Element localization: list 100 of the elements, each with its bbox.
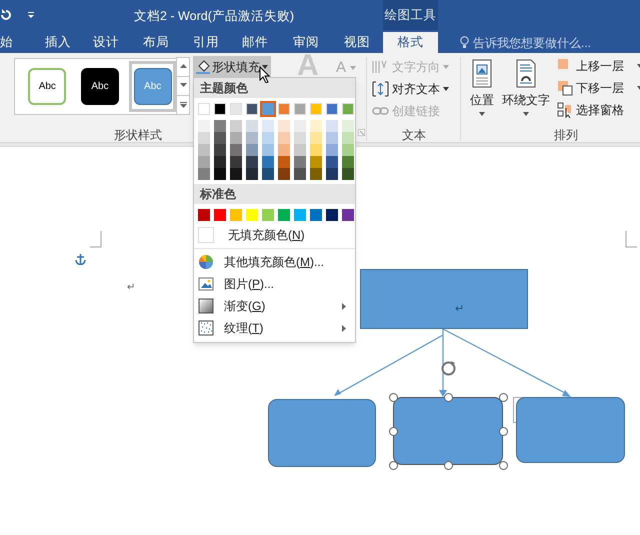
color-swatch[interactable] — [326, 209, 338, 221]
color-swatch[interactable] — [262, 144, 274, 156]
color-swatch[interactable] — [246, 144, 258, 156]
color-swatch[interactable] — [214, 209, 226, 221]
color-swatch[interactable] — [278, 120, 290, 132]
color-swatch[interactable] — [198, 168, 210, 180]
color-swatch[interactable] — [262, 209, 274, 221]
color-swatch[interactable] — [278, 156, 290, 168]
menu-item[interactable]: 渐变(G) — [194, 295, 266, 317]
color-swatch[interactable] — [326, 156, 338, 168]
color-swatch[interactable] — [246, 168, 258, 180]
color-swatch[interactable] — [214, 103, 226, 115]
resize-handle[interactable] — [388, 460, 398, 470]
color-swatch[interactable] — [230, 168, 242, 180]
color-swatch[interactable] — [198, 132, 210, 144]
menu-item[interactable]: 图片(P)... — [194, 273, 274, 295]
color-swatch[interactable] — [214, 144, 226, 156]
color-swatch[interactable] — [278, 132, 290, 144]
resize-handle[interactable] — [388, 392, 398, 402]
scroll-down-button[interactable] — [176, 76, 190, 96]
ribbon-tab[interactable]: 邮件 — [235, 32, 275, 53]
color-swatch[interactable] — [262, 132, 274, 144]
color-swatch[interactable] — [198, 120, 210, 132]
color-swatch[interactable] — [246, 209, 258, 221]
color-swatch[interactable] — [294, 120, 306, 132]
color-swatch[interactable] — [230, 209, 242, 221]
color-swatch[interactable] — [262, 103, 274, 115]
align-text-button[interactable]: 对齐文本 — [372, 79, 449, 98]
color-swatch[interactable] — [230, 103, 242, 115]
resize-handle[interactable] — [498, 460, 508, 470]
ribbon-tab[interactable]: 引用 — [186, 32, 226, 53]
color-swatch[interactable] — [342, 156, 354, 168]
shape-fill-button[interactable]: 形状填充 — [193, 56, 271, 77]
more-button[interactable] — [176, 95, 190, 115]
color-swatch[interactable] — [230, 120, 242, 132]
color-swatch[interactable] — [246, 156, 258, 168]
ribbon-tab[interactable]: 始 — [0, 32, 40, 53]
color-swatch[interactable] — [230, 156, 242, 168]
color-swatch[interactable] — [278, 168, 290, 180]
color-swatch[interactable] — [198, 144, 210, 156]
color-swatch[interactable] — [294, 144, 306, 156]
color-swatch[interactable] — [246, 120, 258, 132]
color-swatch[interactable] — [198, 156, 210, 168]
color-swatch[interactable] — [246, 103, 258, 115]
scroll-up-button[interactable] — [176, 57, 190, 77]
color-swatch[interactable] — [326, 168, 338, 180]
ribbon-tab[interactable]: 审阅 — [286, 32, 326, 53]
color-swatch[interactable] — [326, 144, 338, 156]
ribbon-tab[interactable]: 视图 — [337, 32, 377, 53]
color-swatch[interactable] — [214, 156, 226, 168]
color-swatch[interactable] — [342, 168, 354, 180]
color-swatch[interactable] — [326, 132, 338, 144]
color-swatch[interactable] — [214, 132, 226, 144]
color-swatch[interactable] — [262, 168, 274, 180]
tell-me-field[interactable]: 告诉我您想要做什么... — [460, 33, 592, 52]
color-swatch[interactable] — [262, 156, 274, 168]
resize-handle[interactable] — [498, 392, 508, 402]
color-swatch[interactable] — [342, 103, 354, 115]
color-swatch[interactable] — [342, 132, 354, 144]
color-swatch[interactable] — [342, 120, 354, 132]
color-swatch[interactable] — [230, 144, 242, 156]
menu-item[interactable]: 其他填充颜色(M)... — [194, 251, 324, 273]
color-swatch[interactable] — [294, 156, 306, 168]
color-swatch[interactable] — [198, 103, 210, 115]
color-swatch[interactable] — [326, 120, 338, 132]
color-swatch[interactable] — [342, 144, 354, 156]
resize-handle[interactable] — [388, 426, 398, 436]
color-swatch[interactable] — [310, 103, 322, 115]
selection-pane-button[interactable]: 选择窗格 — [557, 100, 640, 120]
color-swatch[interactable] — [342, 209, 354, 221]
color-swatch[interactable] — [230, 132, 242, 144]
color-swatch[interactable] — [326, 103, 338, 115]
color-swatch[interactable] — [310, 209, 322, 221]
color-swatch[interactable] — [294, 168, 306, 180]
ribbon-tab[interactable]: 格式 — [383, 32, 438, 53]
send-backward-button[interactable]: 下移一层 — [557, 78, 640, 98]
color-swatch[interactable] — [310, 168, 322, 180]
color-swatch[interactable] — [294, 103, 306, 115]
color-swatch[interactable] — [278, 144, 290, 156]
color-swatch[interactable] — [278, 103, 290, 115]
menu-item[interactable]: 无填充颜色(N) — [194, 224, 305, 246]
color-swatch[interactable] — [214, 120, 226, 132]
color-swatch[interactable] — [310, 156, 322, 168]
ribbon-tab[interactable]: 布局 — [136, 32, 176, 53]
menu-item[interactable]: 纹理(T) — [194, 317, 264, 339]
color-swatch[interactable] — [310, 144, 322, 156]
color-swatch[interactable] — [294, 132, 306, 144]
color-swatch[interactable] — [246, 132, 258, 144]
ribbon-tab[interactable]: 插入 — [38, 32, 78, 53]
ribbon-tab[interactable]: 设计 — [86, 32, 126, 53]
color-swatch[interactable] — [294, 209, 306, 221]
color-swatch[interactable] — [278, 209, 290, 221]
bring-forward-button[interactable]: 上移一层 — [557, 56, 640, 76]
position-button[interactable]: 位置 — [470, 59, 494, 116]
color-swatch[interactable] — [198, 209, 210, 221]
color-swatch[interactable] — [262, 120, 274, 132]
color-swatch[interactable] — [214, 168, 226, 180]
wrap-text-button[interactable]: 环绕文字 — [502, 59, 550, 116]
color-swatch[interactable] — [310, 132, 322, 144]
color-swatch[interactable] — [310, 120, 322, 132]
